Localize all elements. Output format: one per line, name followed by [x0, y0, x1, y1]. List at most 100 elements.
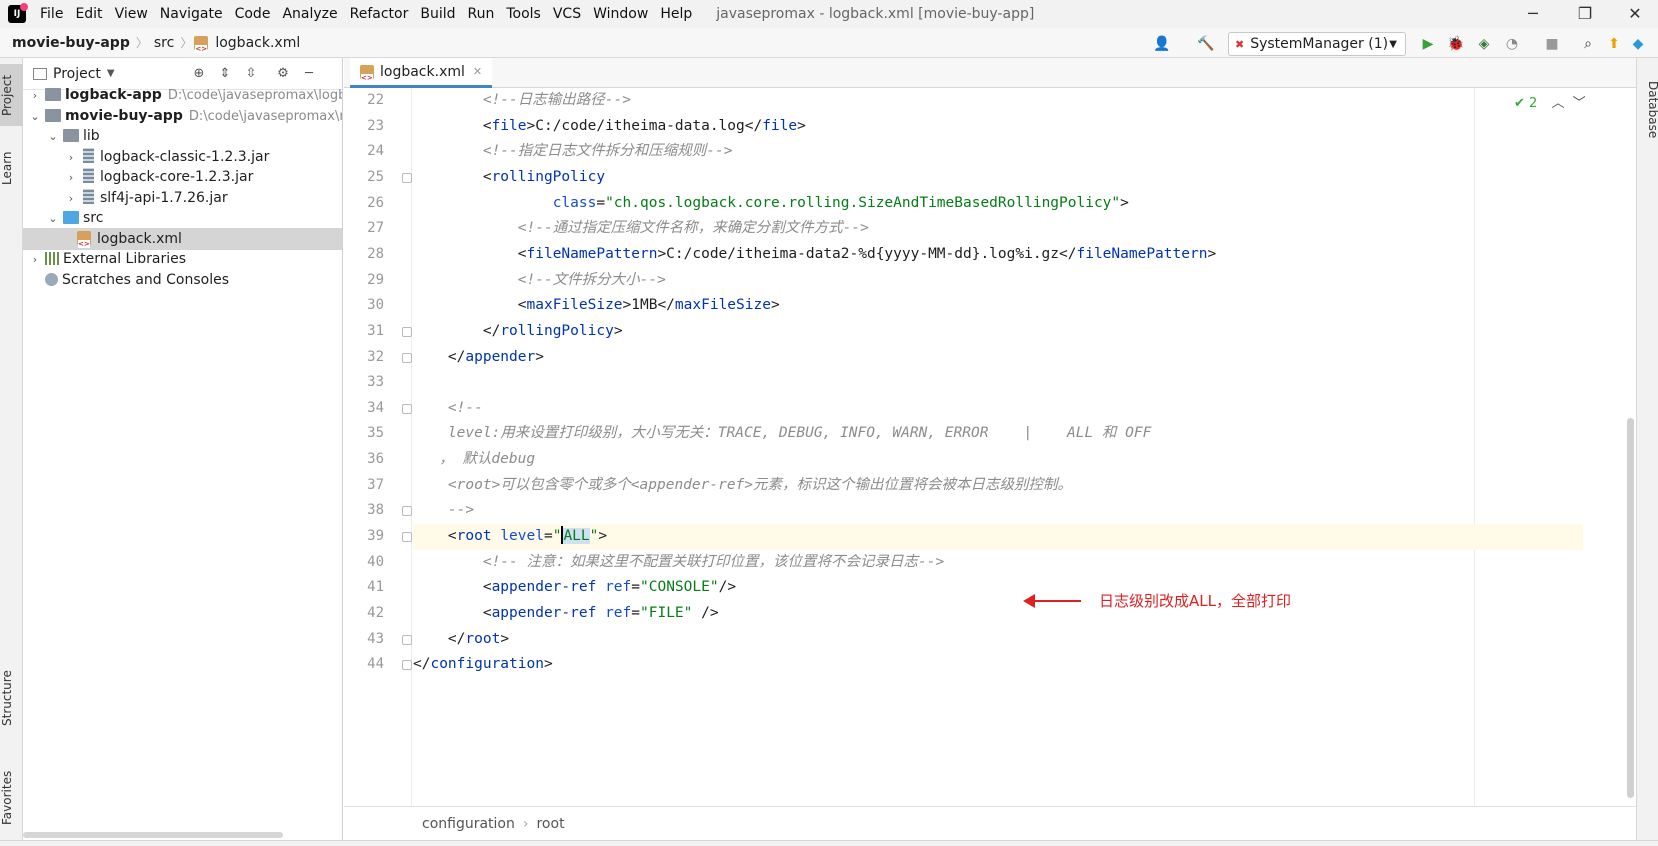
line-number[interactable]: 25 [344, 165, 384, 191]
line-number[interactable]: 36 [344, 447, 384, 473]
code-line[interactable]: <file>C:/code/itheima-data.log</file> [413, 114, 1583, 140]
minimize-button[interactable]: ─ [1510, 0, 1556, 28]
line-number[interactable]: 31 [344, 319, 384, 345]
line-number[interactable]: 22 [344, 88, 384, 114]
menu-code[interactable]: Code [229, 0, 277, 28]
code-line[interactable]: </root> [413, 627, 1583, 653]
toolbox-icon[interactable]: ◆ [1628, 34, 1648, 54]
code-line[interactable]: <!--文件拆分大小--> [413, 268, 1583, 294]
code-line[interactable]: </configuration> [413, 652, 1583, 678]
code-line[interactable]: ， 默认debug [413, 447, 1583, 473]
debug-icon[interactable]: 🐞 [1446, 34, 1466, 54]
code-line[interactable]: <!-- 注意：如果这里不配置关联打印位置，该位置将不会记录日志--> [413, 550, 1583, 576]
menu-analyze[interactable]: Analyze [276, 0, 343, 28]
build-hammer-icon[interactable]: 🔨 [1196, 34, 1216, 54]
fold-marker-icon[interactable] [402, 506, 412, 517]
line-number[interactable]: 27 [344, 216, 384, 242]
inspection-widget[interactable]: ✔ 2 ︿ ﹀ [1514, 92, 1586, 111]
run-configuration-select[interactable]: ✖ SystemManager (1) ▼ [1228, 32, 1406, 56]
chevron-right-icon[interactable]: › [29, 85, 41, 106]
code-line[interactable]: <appender-ref ref="FILE" /> [413, 601, 1583, 627]
code-line[interactable]: </appender> [413, 345, 1583, 371]
tree-item-logback-app[interactable]: › logback-app D:\code\javasepromax\logba [23, 84, 342, 106]
line-number[interactable]: 24 [344, 139, 384, 165]
code-line[interactable] [413, 370, 1583, 396]
fold-marker-icon[interactable] [402, 532, 412, 543]
coverage-icon[interactable]: ◈ [1474, 34, 1494, 54]
code-line-current[interactable]: <root level=" ALL"> [413, 524, 1583, 550]
code-line[interactable]: level:用来设置打印级别，大小写无关：TRACE, DEBUG, INFO,… [413, 421, 1583, 447]
close-tab-icon[interactable]: ✕ [473, 65, 482, 78]
code-line[interactable]: class="ch.qos.logback.core.rolling.SizeA… [413, 191, 1583, 217]
breadcrumb-root[interactable]: root [536, 816, 564, 832]
tree-item-logback-classic-jar[interactable]: › logback-classic-1.2.3.jar [23, 146, 342, 168]
line-number[interactable]: 39 [344, 524, 384, 550]
editor-tab-logback-xml[interactable]: logback.xml ✕ [350, 58, 493, 88]
code-line[interactable]: <root>可以包含零个或多个<appender-ref>元素，标识这个输出位置… [413, 473, 1583, 499]
run-icon[interactable]: ▶ [1418, 34, 1438, 54]
chevron-right-icon[interactable]: › [65, 188, 77, 209]
fold-marker-icon[interactable] [402, 660, 412, 671]
code-line[interactable]: <rollingPolicy [413, 165, 1583, 191]
menu-vcs[interactable]: VCS [547, 0, 587, 28]
collapse-all-icon[interactable]: ⇳ [243, 66, 259, 82]
code-line[interactable]: <fileNamePattern>C:/code/itheima-data2-%… [413, 242, 1583, 268]
line-number[interactable]: 44 [344, 652, 384, 678]
chevron-right-icon[interactable]: › [29, 249, 41, 270]
project-panel-title[interactable]: Project [53, 66, 101, 82]
line-number[interactable]: 33 [344, 370, 384, 396]
menu-refactor[interactable]: Refactor [344, 0, 415, 28]
line-number[interactable]: 41 [344, 575, 384, 601]
close-window-button[interactable]: ✕ [1612, 0, 1658, 28]
code-line[interactable]: </rollingPolicy> [413, 319, 1583, 345]
line-number[interactable]: 42 [344, 601, 384, 627]
tree-item-slf4j-api-jar[interactable]: › slf4j-api-1.7.26.jar [23, 187, 342, 209]
tree-item-logback-core-jar[interactable]: › logback-core-1.2.3.jar [23, 166, 342, 188]
line-number[interactable]: 35 [344, 421, 384, 447]
stop-icon[interactable]: ■ [1542, 34, 1562, 54]
tool-tab-database[interactable]: Database [1637, 68, 1658, 152]
menu-edit[interactable]: Edit [69, 0, 108, 28]
line-number[interactable]: 32 [344, 345, 384, 371]
tool-tab-project[interactable]: Project [0, 64, 23, 126]
code-line[interactable]: --> [413, 498, 1583, 524]
tree-item-external-libraries[interactable]: › External Libraries [23, 248, 342, 270]
line-number[interactable]: 40 [344, 550, 384, 576]
code-line[interactable]: <!--指定日志文件拆分和压缩规则--> [413, 139, 1583, 165]
menu-view[interactable]: View [109, 0, 154, 28]
code-view[interactable]: <!--日志输出路径--> <file>C:/code/itheima-data… [413, 88, 1583, 806]
code-line[interactable]: <appender-ref ref="CONSOLE"/> [413, 575, 1583, 601]
fold-marker-icon[interactable] [402, 172, 412, 183]
nav-crumb-src[interactable]: src [150, 35, 178, 51]
menu-run[interactable]: Run [462, 0, 501, 28]
tree-item-logback-xml[interactable]: logback.xml [23, 228, 342, 250]
menu-help[interactable]: Help [654, 0, 698, 28]
chevron-right-icon[interactable]: › [65, 167, 77, 188]
scrollbar-thumb[interactable] [1627, 418, 1634, 798]
tree-item-movie-buy-app[interactable]: ⌄ movie-buy-app D:\code\javasepromax\mo [23, 105, 342, 127]
code-line[interactable]: <!-- [413, 396, 1583, 422]
chevron-down-icon[interactable]: ▼ [107, 68, 115, 79]
line-number[interactable]: 30 [344, 293, 384, 319]
tool-tab-structure[interactable]: Structure [0, 658, 23, 738]
code-line[interactable]: <!--日志输出路径--> [413, 88, 1583, 114]
nav-crumb-file[interactable]: logback.xml [211, 35, 304, 51]
tool-tab-favorites[interactable]: Favorites [0, 758, 23, 838]
chevron-down-icon[interactable]: ⌄ [29, 106, 41, 127]
fold-marker-icon[interactable] [402, 352, 412, 363]
update-icon[interactable]: ⬆ [1604, 34, 1624, 54]
expand-all-icon[interactable]: ⇕ [217, 66, 233, 82]
code-line[interactable]: <!--通过指定压缩文件名称，来确定分割文件方式--> [413, 216, 1583, 242]
line-number[interactable]: 23 [344, 114, 384, 140]
chevron-up-icon[interactable]: ︿ [1551, 96, 1564, 111]
line-number[interactable]: 28 [344, 242, 384, 268]
tree-item-src[interactable]: ⌄ src [23, 207, 342, 229]
menu-navigate[interactable]: Navigate [154, 0, 229, 28]
line-number[interactable]: 29 [344, 268, 384, 294]
line-number[interactable]: 34 [344, 396, 384, 422]
search-icon[interactable]: ⌕ [1578, 34, 1598, 54]
line-number[interactable]: 38 [344, 498, 384, 524]
line-number[interactable]: 26 [344, 191, 384, 217]
maximize-button[interactable]: ❐ [1562, 0, 1608, 28]
editor-vertical-scrollbar[interactable] [1624, 88, 1636, 806]
